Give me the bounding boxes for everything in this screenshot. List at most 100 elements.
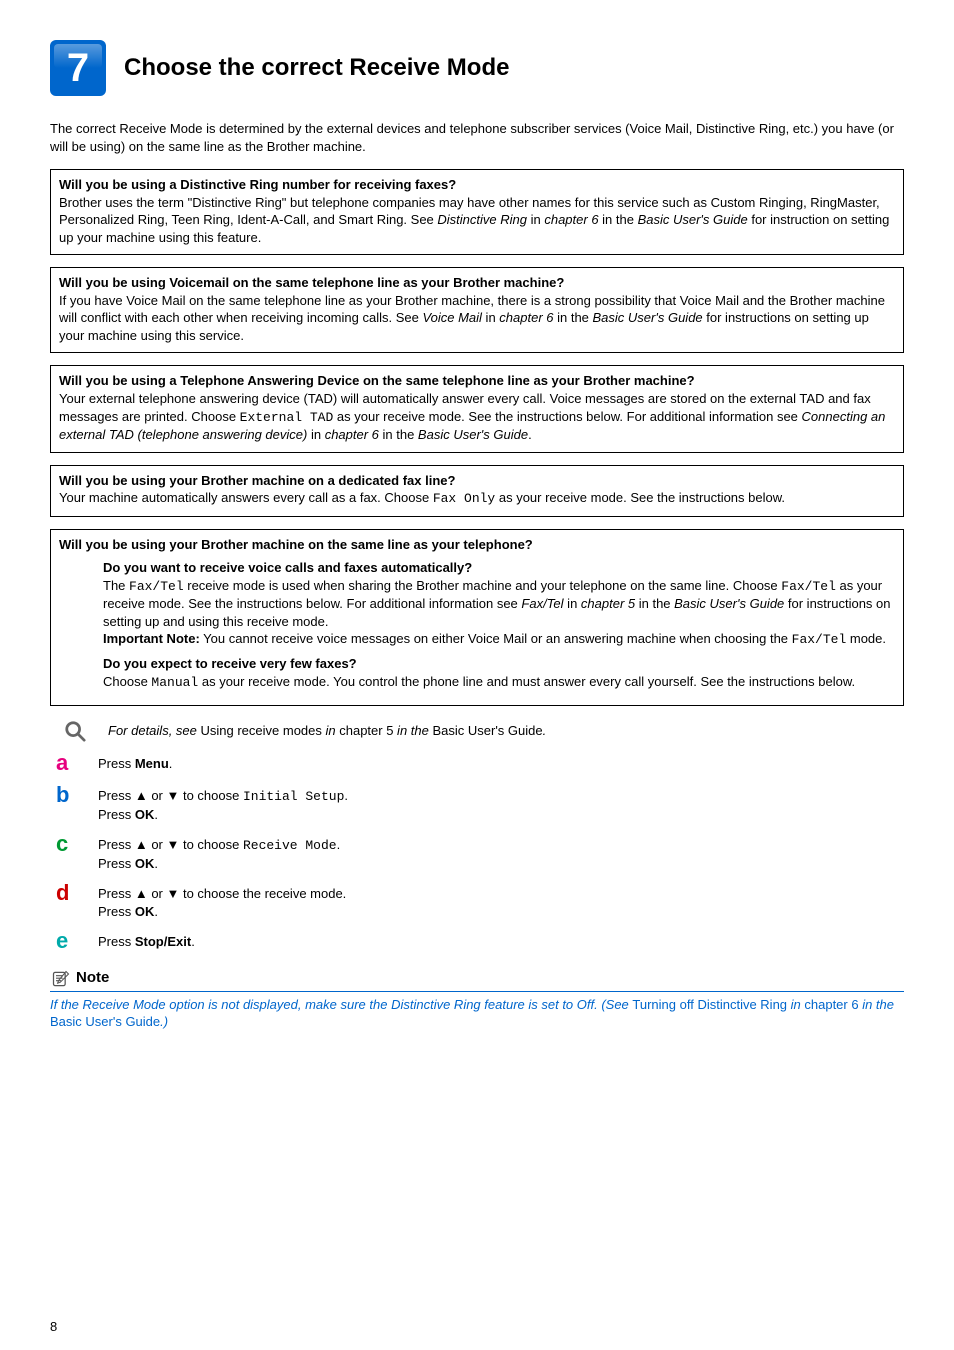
text: in [527, 212, 544, 227]
sub-body: The Fax/Tel receive mode is used when sh… [103, 577, 895, 649]
text: in the [599, 212, 638, 227]
key-label: OK [135, 856, 155, 871]
ref-title: Distinctive Ring [437, 212, 527, 227]
inner-block-auto: Do you want to receive voice calls and f… [103, 559, 895, 649]
detail-reference: For details, see Using receive modes in … [50, 720, 904, 742]
box-voicemail: Will you be using Voicemail on the same … [50, 267, 904, 353]
section-header: 7 Choose the correct Receive Mode [50, 40, 904, 96]
code-text: Fax Only [433, 491, 495, 506]
text: receive mode is used when sharing the Br… [184, 578, 782, 593]
box-body: Brother uses the term "Distinctive Ring"… [59, 194, 895, 247]
ref-chapter: chapter 6 [325, 427, 379, 442]
text: in [787, 997, 804, 1012]
text: . [528, 427, 532, 442]
box-tad: Will you be using a Telephone Answering … [50, 365, 904, 452]
page-number: 8 [50, 1318, 57, 1336]
step-letter: d [50, 882, 98, 904]
text: . [154, 904, 158, 919]
section-title: Choose the correct Receive Mode [124, 52, 509, 84]
box-body: Your external telephone answering device… [59, 390, 895, 444]
text: Your machine automatically answers every… [59, 490, 433, 505]
text: Press [98, 934, 135, 949]
step-body: Press ▲ or ▼ to choose Initial Setup. Pr… [98, 784, 348, 823]
text: Press ▲ or ▼ to choose [98, 788, 243, 803]
text: . [169, 756, 173, 771]
box-heading: Will you be using your Brother machine o… [59, 536, 895, 554]
ref-chapter: chapter 6 [804, 997, 858, 1012]
ref-chapter: chapter 6 [544, 212, 598, 227]
key-label: OK [135, 807, 155, 822]
step-number-badge: 7 [50, 40, 106, 96]
text: Press ▲ or ▼ to choose [98, 837, 243, 852]
text: Press [98, 904, 135, 919]
text: in the [553, 310, 592, 325]
text: . [154, 807, 158, 822]
text: . [337, 837, 341, 852]
ref-title: Fax/Tel [521, 596, 563, 611]
text: . [191, 934, 195, 949]
step-letter: e [50, 930, 98, 952]
key-label: Menu [135, 756, 169, 771]
step-body: Press Menu. [98, 752, 172, 773]
text: in [482, 310, 499, 325]
text: For details, see [108, 723, 201, 738]
ref-guide: Basic User's Guide [674, 596, 784, 611]
inner-block-few-faxes: Do you expect to receive very few faxes?… [103, 655, 895, 691]
ref-title: Turning off Distinctive Ring [632, 997, 787, 1012]
ref-title: Voice Mail [422, 310, 481, 325]
text: in the [635, 596, 674, 611]
step-a: a Press Menu. [50, 752, 904, 774]
ref-guide: Basic User's Guide [432, 723, 542, 738]
step-d: d Press ▲ or ▼ to choose the receive mod… [50, 882, 904, 920]
ref-chapter: chapter 6 [499, 310, 553, 325]
text: Press [98, 807, 135, 822]
key-label: Stop/Exit [135, 934, 191, 949]
ref-chapter: chapter 5 [581, 596, 635, 611]
note-icon [50, 969, 72, 989]
text: . [154, 856, 158, 871]
note-title: Note [76, 968, 109, 988]
text: .) [160, 1014, 168, 1029]
box-same-line-telephone: Will you be using your Brother machine o… [50, 529, 904, 706]
ref-guide: Basic User's Guide [418, 427, 528, 442]
box-distinctive-ring: Will you be using a Distinctive Ring num… [50, 169, 904, 255]
box-dedicated-fax: Will you be using your Brother machine o… [50, 465, 904, 517]
text: Choose [103, 674, 151, 689]
code-text: Initial Setup [243, 789, 344, 804]
box-heading: Will you be using Voicemail on the same … [59, 274, 895, 292]
box-body: If you have Voice Mail on the same telep… [59, 292, 895, 345]
text: The [103, 578, 129, 593]
ref-title: Using receive modes [201, 723, 322, 738]
text: . [543, 723, 547, 738]
box-heading: Will you be using a Telephone Answering … [59, 372, 895, 390]
note-block: Note If the Receive Mode option is not d… [50, 968, 904, 1030]
magnifier-icon [64, 720, 90, 742]
sub-body: Choose Manual as your receive mode. You … [103, 673, 895, 692]
intro-paragraph: The correct Receive Mode is determined b… [50, 120, 904, 155]
note-body: If the Receive Mode option is not displa… [50, 996, 904, 1031]
code-text: Fax/Tel [129, 579, 184, 594]
step-body: Press Stop/Exit. [98, 930, 195, 951]
step-list: a Press Menu. b Press ▲ or ▼ to choose I… [50, 752, 904, 952]
detail-text: For details, see Using receive modes in … [108, 720, 546, 740]
box-heading: Will you be using a Distinctive Ring num… [59, 176, 895, 194]
sub-heading: Do you expect to receive very few faxes? [103, 655, 895, 673]
code-text: External TAD [240, 410, 334, 425]
text: as your receive mode. See the instructio… [495, 490, 785, 505]
important-label: Important Note: [103, 631, 200, 646]
step-e: e Press Stop/Exit. [50, 930, 904, 952]
step-body: Press ▲ or ▼ to choose Receive Mode. Pre… [98, 833, 340, 872]
text: Press [98, 756, 135, 771]
text: in the [393, 723, 432, 738]
text: mode. [846, 631, 886, 646]
step-letter: a [50, 752, 98, 774]
text: in [307, 427, 324, 442]
step-number: 7 [67, 41, 89, 95]
text: in [322, 723, 339, 738]
text: in the [859, 997, 894, 1012]
step-b: b Press ▲ or ▼ to choose Initial Setup. … [50, 784, 904, 823]
step-letter: b [50, 784, 98, 806]
box-body: Your machine automatically answers every… [59, 489, 895, 508]
step-letter: c [50, 833, 98, 855]
box-heading: Will you be using your Brother machine o… [59, 472, 895, 490]
